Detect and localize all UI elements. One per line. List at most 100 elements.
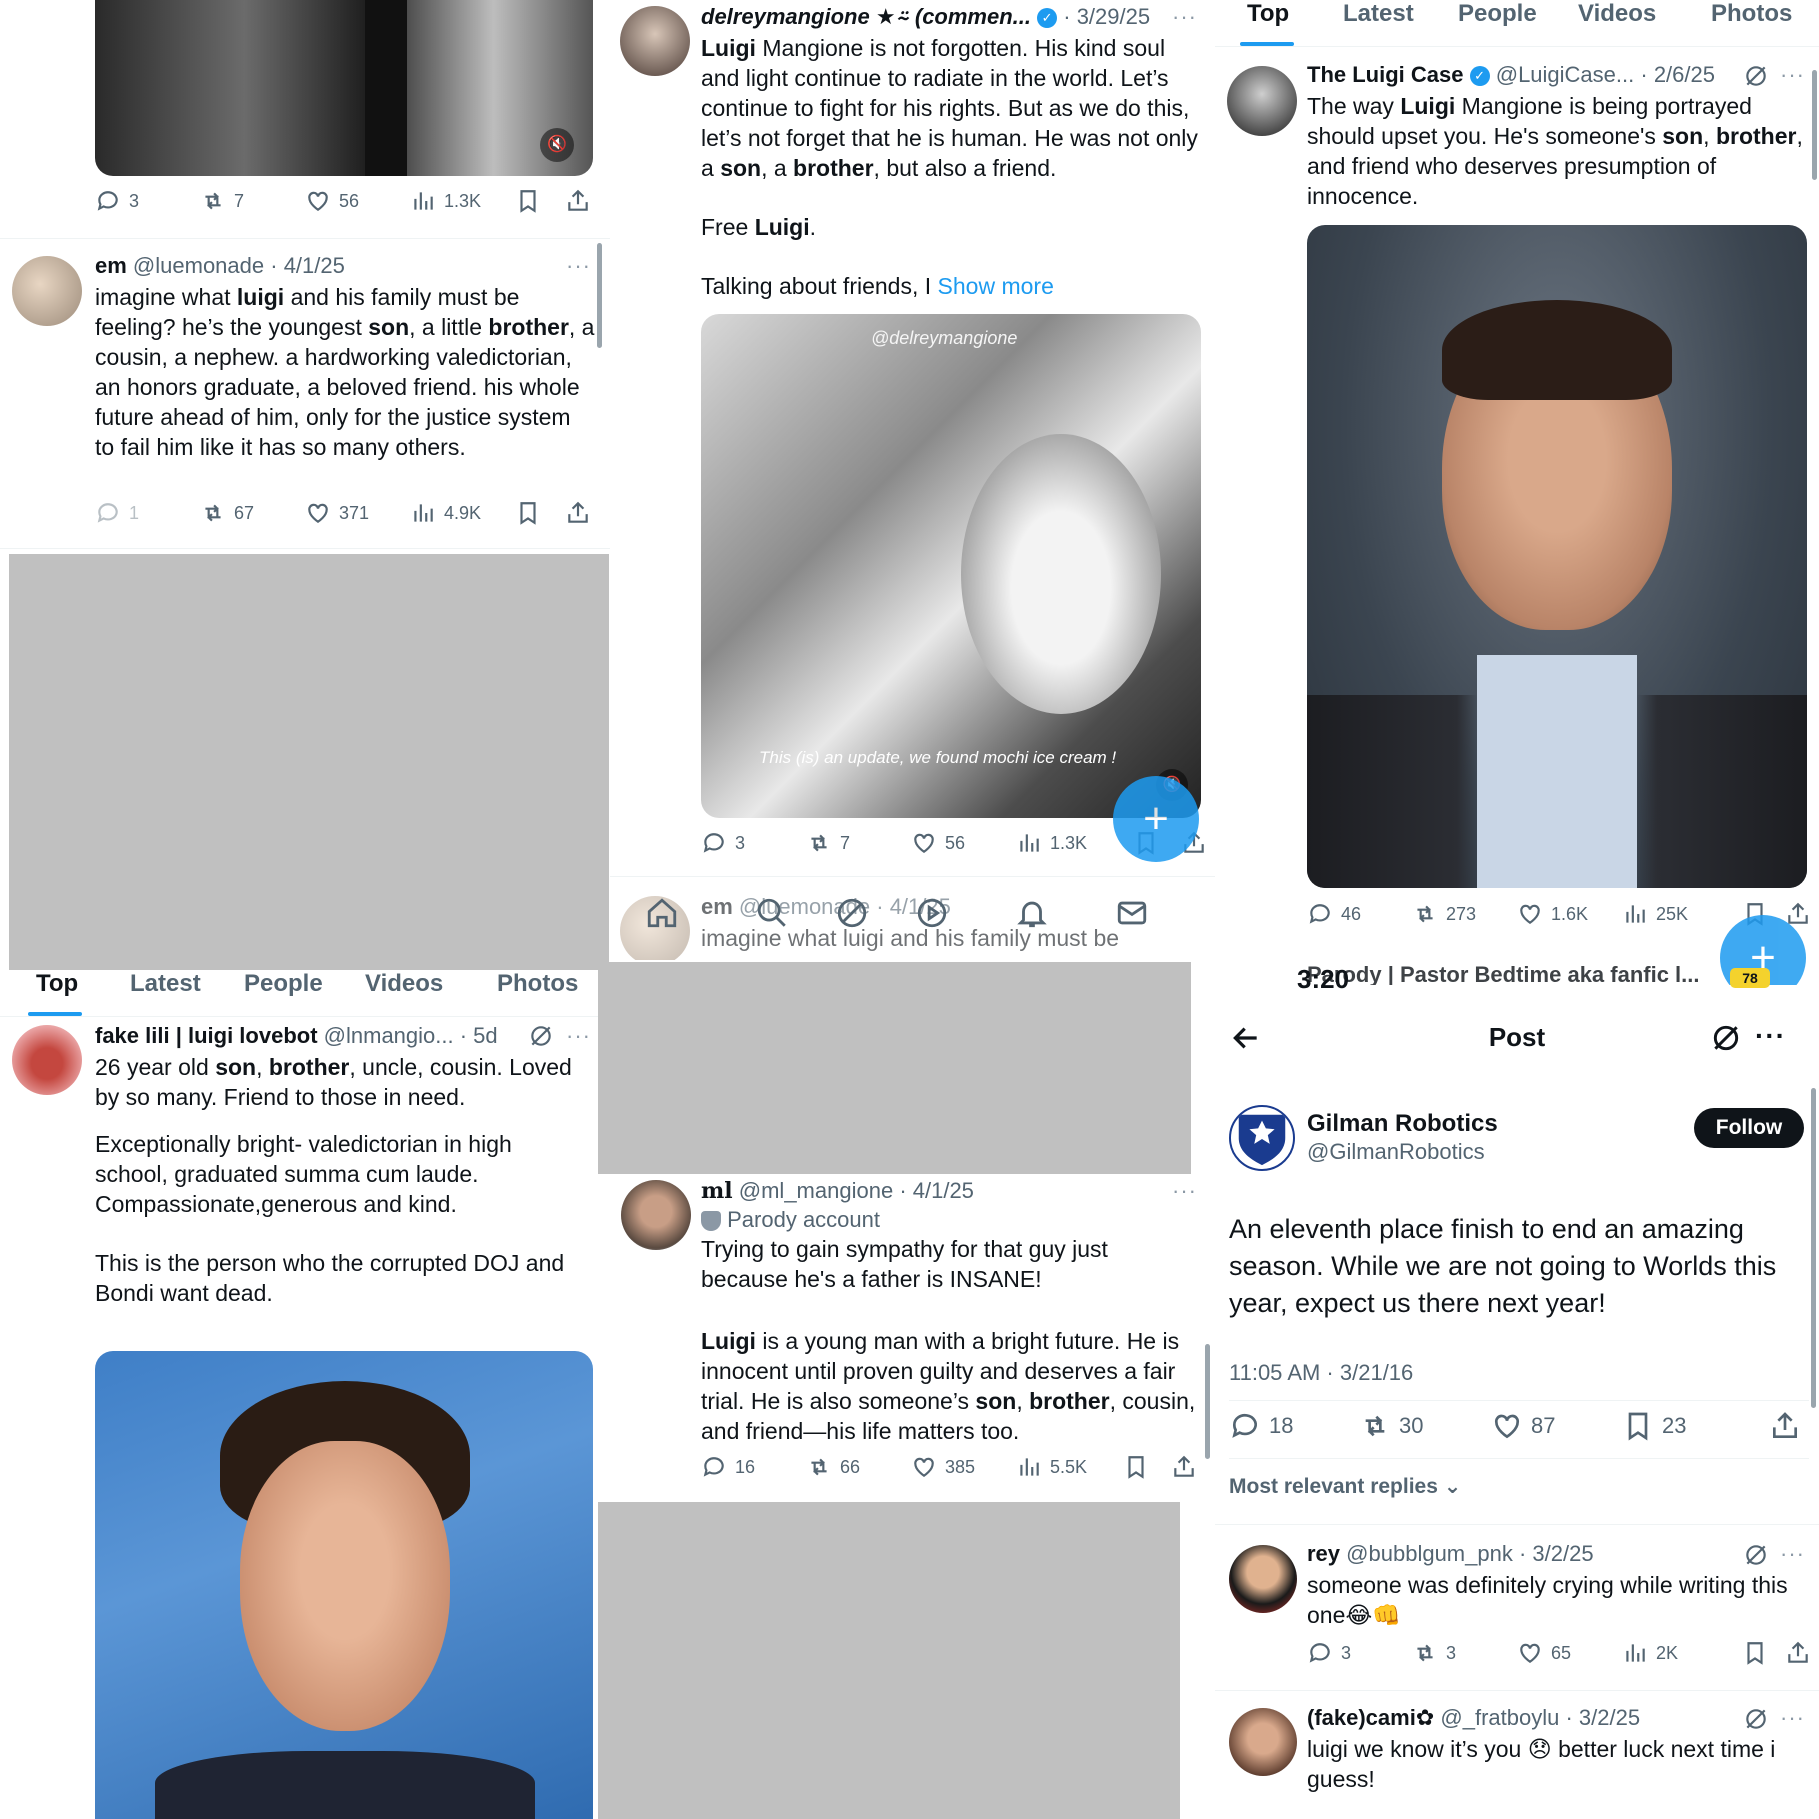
video-thumbnail[interactable]: 🔇: [95, 0, 593, 176]
notifications-icon[interactable]: [1015, 896, 1049, 930]
more-options-icon[interactable]: ···: [1780, 62, 1805, 88]
messages-icon[interactable]: [1115, 896, 1149, 930]
reply-button[interactable]: 1: [95, 500, 139, 526]
views-button[interactable]: 1.3K: [410, 188, 481, 214]
share-button[interactable]: [1769, 1410, 1801, 1442]
tweet-date[interactable]: · 3/2/25: [1519, 1541, 1594, 1566]
views-button[interactable]: 5.5K: [1016, 1454, 1087, 1480]
avatar[interactable]: [12, 256, 82, 326]
views-button[interactable]: 25K: [1622, 901, 1688, 927]
like-button[interactable]: 65: [1517, 1640, 1571, 1666]
views-button[interactable]: 1.3K: [1016, 830, 1087, 856]
tab-photos[interactable]: Photos: [497, 970, 578, 998]
author-name[interactable]: The Luigi Case: [1307, 62, 1463, 87]
avatar[interactable]: [621, 1180, 691, 1250]
tab-top[interactable]: Top: [1247, 0, 1289, 28]
repost-button[interactable]: 30: [1359, 1410, 1423, 1442]
author-handle[interactable]: @_fratboylu: [1440, 1705, 1559, 1730]
like-button[interactable]: 1.6K: [1517, 901, 1588, 927]
reply-button[interactable]: 3: [701, 830, 745, 856]
author-name[interactable]: rey: [1307, 1541, 1340, 1566]
reply-button[interactable]: 16: [701, 1454, 755, 1480]
avatar[interactable]: [620, 6, 690, 76]
like-button[interactable]: 87: [1491, 1410, 1555, 1442]
avatar[interactable]: [12, 1025, 82, 1095]
more-options-icon[interactable]: ···: [566, 253, 591, 279]
grok-icon[interactable]: [528, 1023, 554, 1049]
reply-button[interactable]: 46: [1307, 901, 1361, 927]
author-handle[interactable]: @ml_mangione: [739, 1178, 893, 1203]
tweet-date[interactable]: · 2/6/25: [1640, 62, 1715, 87]
views-button[interactable]: 4.9K: [410, 500, 481, 526]
tab-videos[interactable]: Videos: [365, 970, 443, 998]
repost-button[interactable]: 67: [200, 500, 254, 526]
grok-icon[interactable]: [1743, 1542, 1769, 1568]
tweet-photo[interactable]: [1307, 225, 1807, 888]
author-name[interactable]: delreymangione ★⍨ (commen...: [701, 4, 1031, 29]
share-button[interactable]: [565, 500, 591, 526]
bookmark-button[interactable]: [515, 500, 541, 526]
avatar[interactable]: [1229, 1708, 1297, 1776]
author-name[interactable]: (fake)cami✿: [1307, 1705, 1434, 1730]
avatar[interactable]: [1229, 1105, 1295, 1171]
show-more-link[interactable]: Show more: [938, 273, 1054, 299]
tab-videos[interactable]: Videos: [1578, 0, 1656, 28]
tweet-date[interactable]: · 4/1/25: [899, 1178, 974, 1203]
tab-latest[interactable]: Latest: [130, 970, 201, 998]
more-options-icon[interactable]: ···: [1172, 4, 1197, 30]
share-button[interactable]: [565, 188, 591, 214]
reply-button[interactable]: 18: [1229, 1410, 1293, 1442]
views-button[interactable]: 2K: [1622, 1640, 1678, 1666]
account-handle[interactable]: @GilmanRobotics: [1307, 1139, 1485, 1165]
share-button[interactable]: [1785, 1640, 1811, 1666]
grok-icon[interactable]: [1743, 1706, 1769, 1732]
reply-button[interactable]: 3: [1307, 1640, 1351, 1666]
scrollbar[interactable]: [1205, 1344, 1210, 1459]
video-icon[interactable]: [915, 896, 949, 930]
repost-button[interactable]: 7: [200, 188, 244, 214]
author-handle[interactable]: @lnmangio...: [324, 1023, 454, 1048]
bookmark-button[interactable]: [1742, 1640, 1768, 1666]
bookmark-button[interactable]: [515, 188, 541, 214]
reply-button[interactable]: 3: [95, 188, 139, 214]
tweet-date[interactable]: · 3/2/25: [1565, 1705, 1640, 1730]
scrollbar[interactable]: [1811, 1088, 1816, 1408]
tweet-photo[interactable]: [95, 1351, 593, 1819]
grok-icon[interactable]: [1743, 63, 1769, 89]
scrollbar[interactable]: [597, 243, 602, 348]
like-button[interactable]: 56: [305, 188, 359, 214]
search-icon[interactable]: [755, 896, 789, 930]
tweet-date[interactable]: · 5d: [460, 1023, 498, 1048]
more-options-icon[interactable]: ···: [1780, 1705, 1805, 1731]
tab-latest[interactable]: Latest: [1343, 0, 1414, 28]
tweet-date[interactable]: · 4/1/25: [270, 253, 345, 278]
home-icon[interactable]: [645, 896, 679, 930]
like-button[interactable]: 371: [305, 500, 369, 526]
repost-button[interactable]: 66: [806, 1454, 860, 1480]
tab-people[interactable]: People: [1458, 0, 1537, 28]
author-handle[interactable]: @bubblgum_pnk: [1346, 1541, 1513, 1566]
grok-icon[interactable]: [1710, 1022, 1742, 1054]
mute-icon[interactable]: 🔇: [540, 128, 574, 162]
share-button[interactable]: [1171, 1454, 1197, 1480]
video-thumbnail[interactable]: @delreymangione This (is) an update, we …: [701, 314, 1201, 818]
repost-button[interactable]: 273: [1412, 901, 1476, 927]
compose-button[interactable]: +: [1113, 776, 1199, 862]
account-name[interactable]: Gilman Robotics: [1307, 1110, 1498, 1138]
author-name[interactable]: ml: [701, 1178, 733, 1204]
tab-people[interactable]: People: [244, 970, 323, 998]
grok-icon[interactable]: [835, 896, 869, 930]
avatar[interactable]: [1227, 66, 1297, 136]
more-options-icon[interactable]: ···: [566, 1023, 591, 1049]
tab-photos[interactable]: Photos: [1711, 0, 1792, 28]
author-handle[interactable]: @LuigiCase...: [1496, 62, 1635, 87]
repost-button[interactable]: 3: [1412, 1640, 1456, 1666]
like-button[interactable]: 56: [911, 830, 965, 856]
author-name[interactable]: fake lili | luigi lovebot: [95, 1023, 318, 1048]
more-options-icon[interactable]: ···: [1755, 1020, 1786, 1052]
bookmark-button[interactable]: [1123, 1454, 1149, 1480]
like-button[interactable]: 385: [911, 1454, 975, 1480]
avatar[interactable]: [1229, 1545, 1297, 1613]
sort-replies-dropdown[interactable]: Most relevant replies ⌄: [1229, 1474, 1461, 1499]
more-options-icon[interactable]: ···: [1780, 1541, 1805, 1567]
